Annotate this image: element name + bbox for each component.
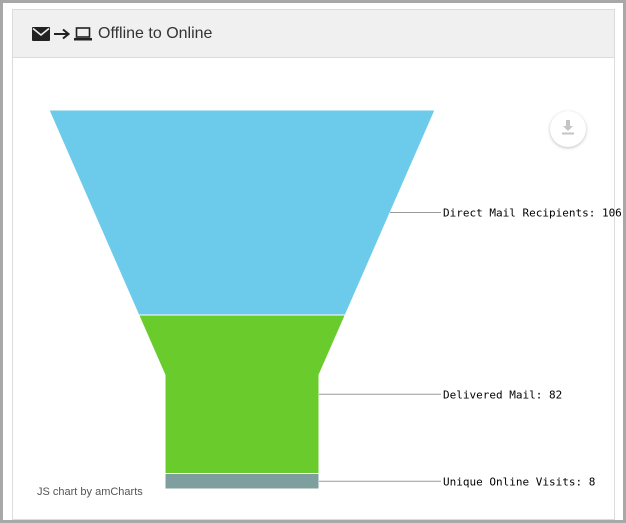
funnel-slice-1[interactable] bbox=[48, 109, 436, 316]
download-icon bbox=[561, 119, 575, 140]
funnel-chart: Direct Mail Recipients: 106 Delivered Mai… bbox=[48, 109, 622, 490]
page-frame: Offline to Online Direct Mail Recipients… bbox=[0, 0, 626, 523]
funnel-slice-2[interactable] bbox=[137, 314, 347, 474]
funnel-label-2: Delivered Mail: 82 bbox=[443, 388, 562, 401]
funnel-slice-3[interactable] bbox=[164, 473, 320, 490]
funnel-label-3: Unique Online Visits: 8 bbox=[443, 475, 595, 488]
amcharts-credit[interactable]: JS chart by amCharts bbox=[37, 486, 143, 498]
funnel-label-1: Direct Mail Recipients: 106 bbox=[443, 207, 622, 220]
export-button[interactable] bbox=[550, 111, 586, 147]
